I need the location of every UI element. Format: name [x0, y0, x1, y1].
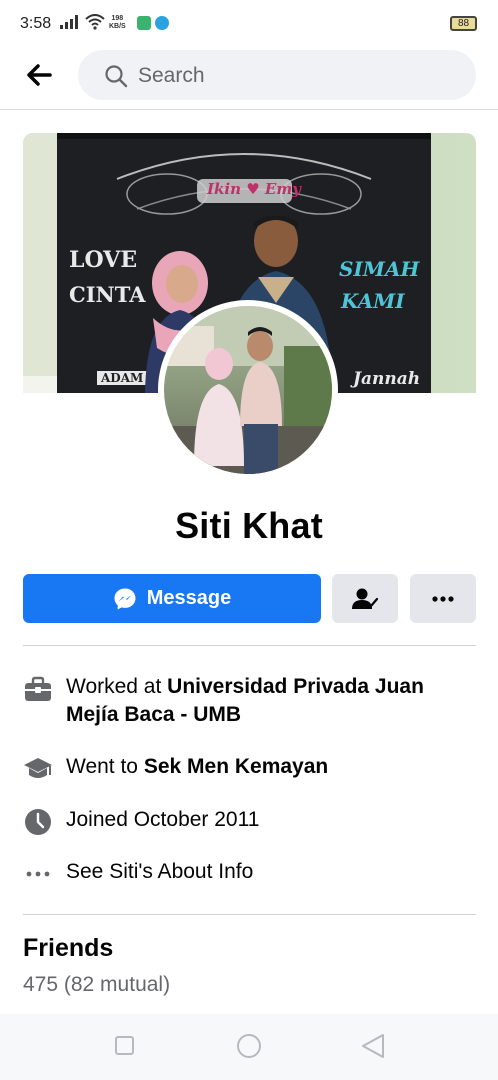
search-icon — [104, 64, 128, 93]
search-input[interactable]: Search — [78, 50, 476, 100]
joined-text: Joined October 2011 — [66, 808, 260, 831]
profile-name: Siti Khat — [175, 505, 323, 546]
education-prefix: Went to — [66, 755, 144, 778]
recent-apps-button[interactable] — [115, 1036, 134, 1055]
divider-top — [23, 645, 476, 646]
home-button[interactable] — [237, 1034, 261, 1058]
friends-heading: Friends — [23, 934, 114, 962]
more-dots-icon — [432, 595, 454, 602]
banner-word-simah: SIMAH — [339, 257, 420, 281]
banner-word-kami: KAMI — [341, 289, 405, 313]
clock-icon — [23, 807, 53, 837]
banner-word-love: LOVE — [69, 247, 138, 273]
system-nav-bar — [0, 1014, 498, 1080]
friend-status-button[interactable] — [332, 574, 398, 623]
search-placeholder: Search — [138, 64, 205, 87]
app-notification-icon — [137, 16, 151, 30]
more-dots-icon — [23, 859, 53, 889]
about-link-label[interactable]: See Siti's About Info — [66, 858, 253, 886]
briefcase-icon — [23, 674, 53, 704]
message-button-label: Message — [146, 587, 232, 609]
work-prefix: Worked at — [66, 675, 168, 698]
wifi-icon — [85, 14, 105, 35]
info-work: Worked at Universidad Privada Juan Mejía… — [23, 673, 476, 729]
network-speed-value: 198 — [111, 15, 124, 22]
profile-photo — [164, 306, 332, 474]
arrow-left-icon — [27, 64, 52, 86]
back-button[interactable] — [22, 60, 56, 90]
friend-status-icon — [352, 588, 378, 609]
banner-heading: Ikin ♥ Emy — [207, 180, 301, 198]
graduation-cap-icon — [23, 754, 53, 784]
network-speed: 198 KB/S — [109, 15, 126, 31]
cover-wall — [23, 133, 57, 393]
message-button[interactable]: Message — [23, 574, 321, 623]
education-place-link[interactable]: Sek Men Kemayan — [144, 755, 328, 778]
info-education: Went to Sek Men Kemayan — [23, 753, 476, 784]
network-speed-unit: KB/S — [109, 23, 126, 30]
divider-bottom — [23, 914, 476, 915]
info-joined: Joined October 2011 — [23, 806, 476, 837]
profile-picture[interactable] — [158, 300, 338, 480]
info-about-link[interactable]: See Siti's About Info — [23, 858, 476, 889]
telegram-icon — [155, 16, 169, 30]
education-text: Went to Sek Men Kemayan — [66, 753, 328, 781]
battery-icon: 88 — [450, 16, 477, 31]
top-bar: Search — [0, 48, 498, 110]
status-time: 3:58 — [20, 15, 52, 32]
friends-count: 475 (82 mutual) — [23, 973, 171, 996]
nav-back-icon[interactable] — [361, 1033, 385, 1059]
banner-name-jannah: Jannah — [353, 369, 421, 389]
status-bar: 3:58 198 KB/S 88 — [0, 0, 498, 48]
more-options-button[interactable] — [410, 574, 476, 623]
work-text: Worked at Universidad Privada Juan Mejía… — [66, 673, 476, 729]
messenger-icon — [113, 587, 137, 611]
signal-icon — [60, 15, 80, 34]
